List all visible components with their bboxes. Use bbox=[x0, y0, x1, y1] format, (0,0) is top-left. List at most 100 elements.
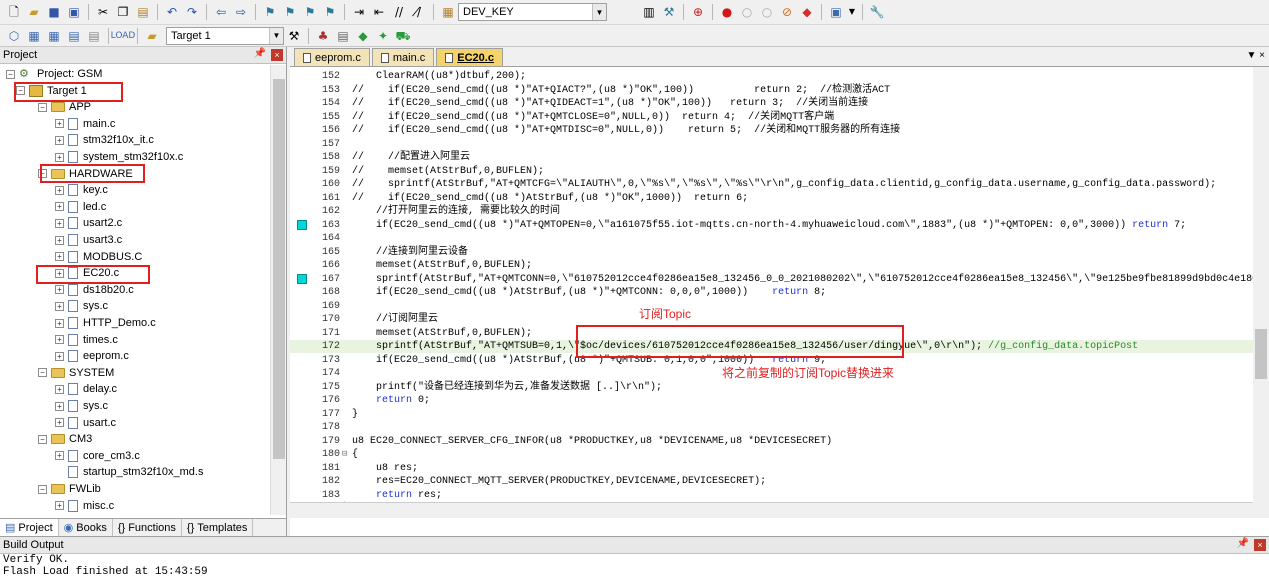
window-layout-icon[interactable]: ▣ bbox=[828, 4, 844, 20]
gutter-slot[interactable] bbox=[297, 71, 307, 81]
tree-item-file[interactable]: + core_cm3.c bbox=[55, 448, 140, 464]
tab-eeprom-c[interactable]: eeprom.c bbox=[294, 48, 370, 66]
target-options-icon[interactable]: ⚒ bbox=[286, 28, 302, 44]
stop-build-icon[interactable]: ▤ bbox=[86, 28, 102, 44]
undo-icon[interactable]: ↶ bbox=[164, 4, 180, 20]
tree-item-file[interactable]: + times.c bbox=[55, 332, 118, 348]
gutter-slot[interactable] bbox=[297, 409, 307, 419]
gutter-slot[interactable] bbox=[297, 287, 307, 297]
close-icon[interactable]: × bbox=[271, 49, 283, 61]
code-line[interactable]: 161 // if(EC20_send_cmd((u8 *)AtStrBuf,(u… bbox=[290, 192, 1269, 205]
find-combo-dropdown[interactable]: ▼ bbox=[592, 3, 607, 21]
bookmark-next-icon[interactable]: ⚑ bbox=[302, 4, 318, 20]
gutter-slot[interactable] bbox=[297, 490, 307, 500]
code-line[interactable]: 178 bbox=[290, 421, 1269, 434]
rebuild-icon[interactable]: ▦ bbox=[46, 28, 62, 44]
pin-icon[interactable]: 📌 bbox=[1237, 538, 1249, 549]
bookmark-clear-icon[interactable]: ⚑ bbox=[322, 4, 338, 20]
gutter-slot[interactable] bbox=[297, 301, 307, 311]
code-line[interactable]: 164 bbox=[290, 232, 1269, 245]
code-line[interactable]: 162 //打开阿里云的连接, 需要比较久的时间 bbox=[290, 205, 1269, 218]
translate-icon[interactable]: ⬡ bbox=[6, 28, 22, 44]
expand-icon[interactable]: + bbox=[55, 119, 64, 129]
tree-item-file[interactable]: + usart3.c bbox=[55, 232, 122, 248]
gutter-slot[interactable] bbox=[297, 247, 307, 257]
code-line[interactable]: 177} bbox=[290, 408, 1269, 421]
tree-item-file[interactable]: + key.c bbox=[55, 182, 108, 198]
expand-icon[interactable]: + bbox=[55, 235, 64, 245]
gutter-slot[interactable] bbox=[297, 112, 307, 122]
tree-item-file[interactable]: + sys.c bbox=[55, 398, 108, 414]
pin-icon[interactable]: 📌 bbox=[254, 48, 266, 59]
gutter-slot[interactable] bbox=[297, 382, 307, 392]
code-line[interactable]: 180 ⊟{ bbox=[290, 448, 1269, 461]
tree-item-file[interactable]: + usart.c bbox=[55, 415, 116, 431]
tree-item-file[interactable]: + delay.c bbox=[55, 381, 117, 397]
collapse-icon[interactable]: − bbox=[38, 102, 47, 112]
project-scrollbar[interactable] bbox=[270, 65, 286, 515]
code-line[interactable]: 156 // if(EC20_send_cmd((u8 *)"AT+QMTDISC… bbox=[290, 124, 1269, 137]
erase-icon[interactable]: ◆ bbox=[799, 4, 815, 20]
expand-icon[interactable]: + bbox=[55, 318, 64, 328]
fold-marker[interactable]: ⊟ bbox=[342, 448, 352, 461]
tree-item-file[interactable]: + main.c bbox=[55, 116, 115, 132]
manage-project-icon[interactable]: ♣ bbox=[315, 28, 331, 44]
comment-icon[interactable]: // bbox=[391, 4, 407, 20]
gutter-slot[interactable] bbox=[297, 166, 307, 176]
code-line[interactable]: 163 if(EC20_send_cmd((u8 *)"AT+QMTOPEN=0… bbox=[290, 219, 1269, 232]
gutter-slot[interactable] bbox=[297, 98, 307, 108]
code-line[interactable]: 183 return res; bbox=[290, 489, 1269, 502]
gutter-slot[interactable] bbox=[297, 449, 307, 459]
tab-list-chevron-icon[interactable]: ▼ × bbox=[1246, 50, 1265, 61]
cut-icon[interactable]: ✂ bbox=[95, 4, 111, 20]
open-icon[interactable]: ▰ bbox=[26, 4, 42, 20]
collapse-icon[interactable]: − bbox=[38, 484, 47, 494]
expand-icon[interactable]: + bbox=[55, 152, 64, 162]
gutter-slot[interactable] bbox=[297, 233, 307, 243]
editor-scrollbar[interactable] bbox=[1253, 67, 1269, 517]
expand-icon[interactable]: + bbox=[55, 335, 64, 345]
nav-forward-icon[interactable]: ⇨ bbox=[233, 4, 249, 20]
download-icon[interactable]: LOAD bbox=[111, 28, 136, 44]
gutter-slot[interactable] bbox=[297, 125, 307, 135]
settings-icon[interactable]: 🔧 bbox=[869, 4, 885, 20]
expand-icon[interactable]: + bbox=[55, 202, 64, 212]
copy-icon[interactable]: ❐ bbox=[115, 4, 131, 20]
code-line[interactable]: 182 res=EC20_CONNECT_MQTT_SERVER(PRODUCT… bbox=[290, 475, 1269, 488]
tree-item-file[interactable]: + led.c bbox=[55, 199, 106, 215]
file-extensions-icon[interactable]: ▤ bbox=[335, 28, 351, 44]
tab-ec20-c[interactable]: EC20.c bbox=[436, 48, 503, 66]
batch-build-icon[interactable]: ▤ bbox=[66, 28, 82, 44]
gutter-slot[interactable] bbox=[297, 139, 307, 149]
build-icon[interactable]: ▦ bbox=[26, 28, 42, 44]
tree-item-file-noexp[interactable]: startup_stm32f10x_md.s bbox=[55, 464, 203, 480]
save-all-icon[interactable]: ▣ bbox=[66, 4, 82, 20]
find-icon[interactable]: ▥ bbox=[641, 4, 657, 20]
tree-item-folder[interactable]: − FWLib bbox=[38, 481, 101, 497]
breakpoint-clear-icon[interactable]: ○ bbox=[759, 4, 775, 20]
tree-item-file[interactable]: + MODBUS.C bbox=[55, 249, 142, 265]
code-line[interactable]: 176 return 0; bbox=[290, 394, 1269, 407]
collapse-icon[interactable]: − bbox=[38, 368, 47, 378]
gutter-slot[interactable] bbox=[297, 260, 307, 270]
expand-icon[interactable]: + bbox=[55, 218, 64, 228]
gutter-slot[interactable] bbox=[297, 193, 307, 203]
tab-functions[interactable]: {} Functions bbox=[113, 519, 182, 536]
redo-icon[interactable]: ↷ bbox=[184, 4, 200, 20]
code-line[interactable]: 175 printf("设备已经连接到华为云,准备发送数据 [..]\r\n")… bbox=[290, 381, 1269, 394]
expand-icon[interactable]: + bbox=[55, 418, 64, 428]
expand-icon[interactable]: + bbox=[55, 252, 64, 262]
paste-icon[interactable]: ▤ bbox=[135, 4, 151, 20]
expand-icon[interactable]: + bbox=[55, 384, 64, 394]
expand-icon[interactable]: + bbox=[55, 135, 64, 145]
expand-icon[interactable]: + bbox=[55, 501, 64, 511]
tree-item-folder[interactable]: − CM3 bbox=[38, 431, 92, 447]
code-line[interactable]: 155 // if(EC20_send_cmd((u8 *)"AT+QMTCLOS… bbox=[290, 111, 1269, 124]
code-line[interactable]: 160 // sprintf(AtStrBuf,"AT+QMTCFG=\"ALIA… bbox=[290, 178, 1269, 191]
tree-item-file[interactable]: + sys.c bbox=[55, 298, 108, 314]
breakpoint-icon[interactable]: ● bbox=[719, 4, 735, 20]
code-line[interactable]: 159 // memset(AtStrBuf,0,BUFLEN); bbox=[290, 165, 1269, 178]
code-line[interactable]: 153 // if(EC20_send_cmd((u8 *)"AT+QIACT?"… bbox=[290, 84, 1269, 97]
gutter-slot[interactable] bbox=[297, 422, 307, 432]
code-line[interactable]: 154 // if(EC20_send_cmd((u8 *)"AT+QIDEACT… bbox=[290, 97, 1269, 110]
